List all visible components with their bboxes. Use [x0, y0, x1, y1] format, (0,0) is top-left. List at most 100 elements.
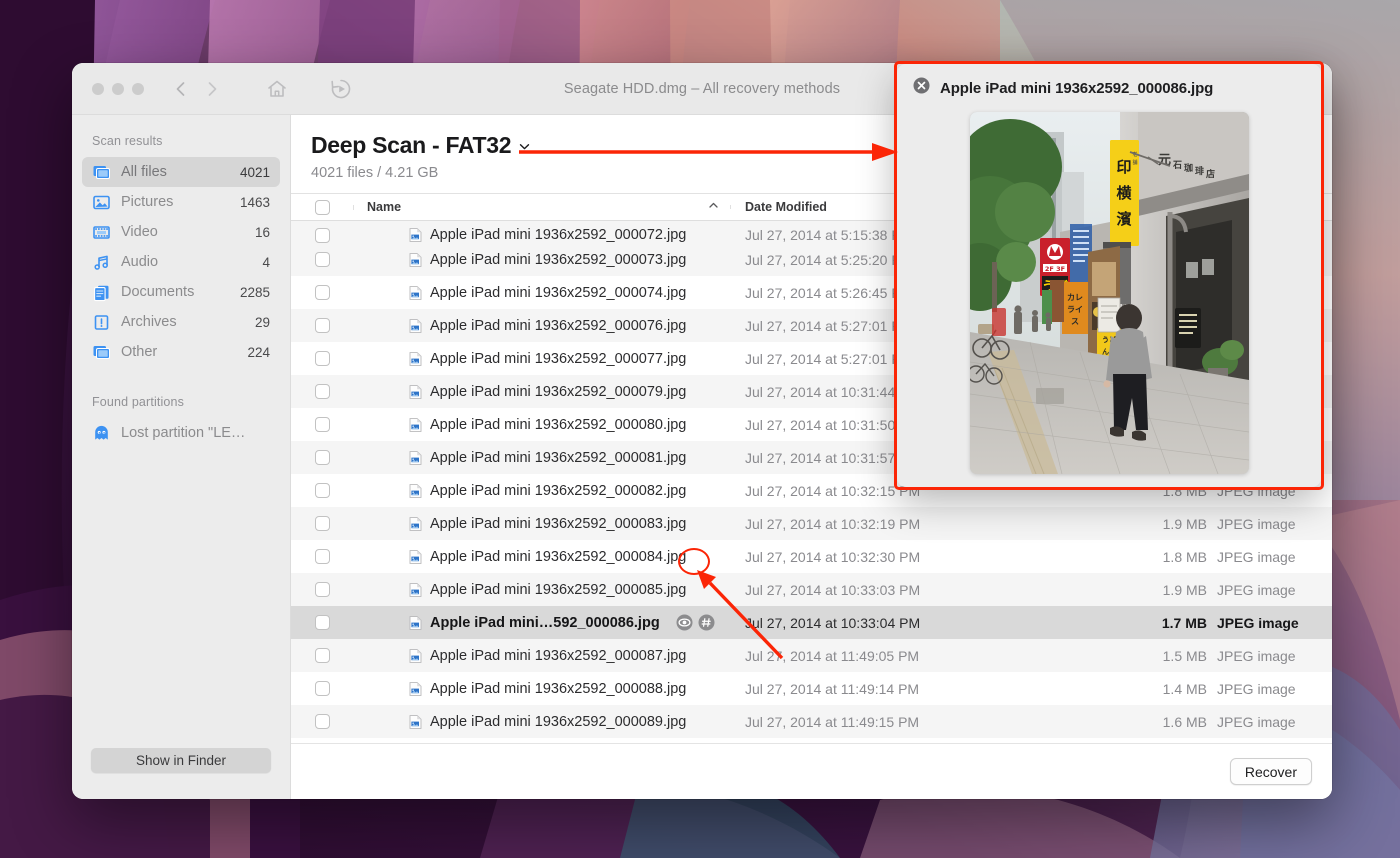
column-header-name[interactable]: Name: [354, 200, 731, 214]
select-all-checkbox[interactable]: [315, 199, 330, 215]
row-checkbox[interactable]: [315, 318, 330, 333]
row-checkbox-cell[interactable]: [291, 228, 354, 243]
row-checkbox[interactable]: [315, 582, 330, 597]
row-name-cell[interactable]: Apple iPad mini 1936x2592_000076.jpg: [354, 318, 731, 334]
jpeg-file-icon: [409, 351, 422, 367]
minimize-window-button[interactable]: [112, 82, 124, 95]
file-name: Apple iPad mini 1936x2592_000088.jpg: [430, 680, 687, 697]
row-name-cell[interactable]: Apple iPad mini 1936x2592_000072.jpg: [354, 227, 731, 243]
audio-icon: [92, 253, 111, 272]
sidebar-item-documents[interactable]: Documents 2285: [82, 277, 280, 307]
jpeg-file-icon: [409, 417, 422, 433]
sidebar-item-count: 16: [254, 224, 270, 240]
table-row[interactable]: Apple iPad mini 1936x2592_000085.jpg Jul …: [291, 573, 1332, 606]
row-checkbox-cell[interactable]: [291, 714, 354, 729]
row-name-cell[interactable]: Apple iPad mini 1936x2592_000082.jpg: [354, 483, 731, 499]
hash-icon[interactable]: [698, 614, 715, 631]
row-name-cell[interactable]: Apple iPad mini 1936x2592_000084.jpg: [354, 549, 731, 565]
caret-up-icon[interactable]: [708, 200, 719, 214]
back-chevron-icon[interactable]: [170, 78, 192, 100]
sidebar-item-audio[interactable]: Audio 4: [82, 247, 280, 277]
row-checkbox[interactable]: [315, 615, 330, 630]
scan-history-icon[interactable]: [329, 77, 353, 101]
row-checkbox-cell[interactable]: [291, 582, 354, 597]
row-name-cell[interactable]: Apple iPad mini…592_000086.jpg: [354, 614, 731, 631]
traffic-light-controls: [72, 82, 144, 95]
row-name-cell[interactable]: Apple iPad mini 1936x2592_000089.jpg: [354, 714, 731, 730]
select-all-checkbox-cell[interactable]: [291, 199, 354, 215]
red-ellipse-around-eye-icon: [678, 548, 710, 575]
file-name: Apple iPad mini 1936x2592_000087.jpg: [430, 647, 687, 664]
sidebar-footer: Show in Finder: [72, 748, 290, 799]
table-row[interactable]: Apple iPad mini…592_000086.jpg Jul 27, 20…: [291, 606, 1332, 639]
row-checkbox-cell[interactable]: [291, 516, 354, 531]
row-checkbox[interactable]: [315, 417, 330, 432]
row-size: 1.6 MB: [1162, 713, 1207, 730]
row-checkbox-cell[interactable]: [291, 285, 354, 300]
close-window-button[interactable]: [92, 82, 104, 95]
sidebar-item-archives[interactable]: Archives 29: [82, 307, 280, 337]
row-checkbox-cell[interactable]: [291, 648, 354, 663]
row-name-cell[interactable]: Apple iPad mini 1936x2592_000079.jpg: [354, 384, 731, 400]
row-checkbox[interactable]: [315, 714, 330, 729]
row-checkbox[interactable]: [315, 549, 330, 564]
row-checkbox-cell[interactable]: [291, 384, 354, 399]
row-kind: JPEG image: [1217, 614, 1299, 631]
row-checkbox-cell[interactable]: [291, 318, 354, 333]
sidebar-item-video[interactable]: Video 16: [82, 217, 280, 247]
archives-icon: [92, 313, 111, 332]
sidebar-item-lost-partition[interactable]: Lost partition "LE…: [82, 418, 280, 448]
table-row[interactable]: Apple iPad mini 1936x2592_000084.jpg Jul …: [291, 540, 1332, 573]
home-icon[interactable]: [265, 77, 289, 101]
row-name-cell[interactable]: Apple iPad mini 1936x2592_000085.jpg: [354, 582, 731, 598]
row-checkbox[interactable]: [315, 384, 330, 399]
close-circle-icon[interactable]: [913, 77, 930, 99]
row-checkbox-cell[interactable]: [291, 351, 354, 366]
forward-chevron-icon[interactable]: [201, 78, 223, 100]
table-row[interactable]: Apple iPad mini 1936x2592_000083.jpg Jul …: [291, 507, 1332, 540]
row-checkbox[interactable]: [315, 483, 330, 498]
table-row[interactable]: Apple iPad mini 1936x2592_000090.jpgJul …: [291, 738, 1332, 743]
chevron-down-icon[interactable]: [518, 132, 531, 159]
row-checkbox[interactable]: [315, 351, 330, 366]
row-checkbox[interactable]: [315, 648, 330, 663]
sidebar-item-count: 224: [247, 344, 270, 360]
sidebar-item-all-files[interactable]: All files 4021: [82, 157, 280, 187]
recover-button[interactable]: Recover: [1229, 758, 1312, 785]
file-name: Apple iPad mini 1936x2592_000084.jpg: [430, 548, 687, 565]
row-name-cell[interactable]: Apple iPad mini 1936x2592_000081.jpg: [354, 450, 731, 466]
show-in-finder-button[interactable]: Show in Finder: [91, 748, 271, 773]
jpeg-file-icon: [409, 318, 422, 334]
row-checkbox[interactable]: [315, 228, 330, 243]
zoom-window-button[interactable]: [132, 82, 144, 95]
row-size: 1.8 MB: [1162, 548, 1207, 565]
row-checkbox[interactable]: [315, 285, 330, 300]
table-row[interactable]: Apple iPad mini 1936x2592_000089.jpg Jul …: [291, 705, 1332, 738]
row-checkbox[interactable]: [315, 450, 330, 465]
row-checkbox-cell[interactable]: [291, 483, 354, 498]
row-name-cell[interactable]: Apple iPad mini 1936x2592_000083.jpg: [354, 516, 731, 532]
row-checkbox-cell[interactable]: [291, 549, 354, 564]
sidebar-item-other[interactable]: Other 224: [82, 337, 280, 367]
table-row[interactable]: Apple iPad mini 1936x2592_000088.jpg Jul …: [291, 672, 1332, 705]
row-checkbox-cell[interactable]: [291, 615, 354, 630]
row-name-cell[interactable]: Apple iPad mini 1936x2592_000088.jpg: [354, 681, 731, 697]
row-name-cell[interactable]: Apple iPad mini 1936x2592_000077.jpg: [354, 351, 731, 367]
row-checkbox-cell[interactable]: [291, 450, 354, 465]
row-checkbox[interactable]: [315, 516, 330, 531]
svg-text:カレ: カレ: [1067, 293, 1083, 302]
row-date-modified: Jul 27, 2014 at 11:49:14 PM: [745, 680, 920, 697]
row-checkbox-cell[interactable]: [291, 417, 354, 432]
row-name-cell[interactable]: Apple iPad mini 1936x2592_000073.jpg: [354, 252, 731, 268]
eye-preview-icon[interactable]: [676, 614, 693, 631]
quick-look-preview-panel[interactable]: Apple iPad mini 1936x2592_000086.jpg 2F …: [897, 64, 1321, 487]
row-name-cell[interactable]: Apple iPad mini 1936x2592_000087.jpg: [354, 648, 731, 664]
row-checkbox-cell[interactable]: [291, 252, 354, 267]
row-name-cell[interactable]: Apple iPad mini 1936x2592_000080.jpg: [354, 417, 731, 433]
row-checkbox[interactable]: [315, 252, 330, 267]
sidebar-item-pictures[interactable]: Pictures 1463: [82, 187, 280, 217]
table-row[interactable]: Apple iPad mini 1936x2592_000087.jpg Jul …: [291, 639, 1332, 672]
row-checkbox[interactable]: [315, 681, 330, 696]
row-name-cell[interactable]: Apple iPad mini 1936x2592_000074.jpg: [354, 285, 731, 301]
row-checkbox-cell[interactable]: [291, 681, 354, 696]
